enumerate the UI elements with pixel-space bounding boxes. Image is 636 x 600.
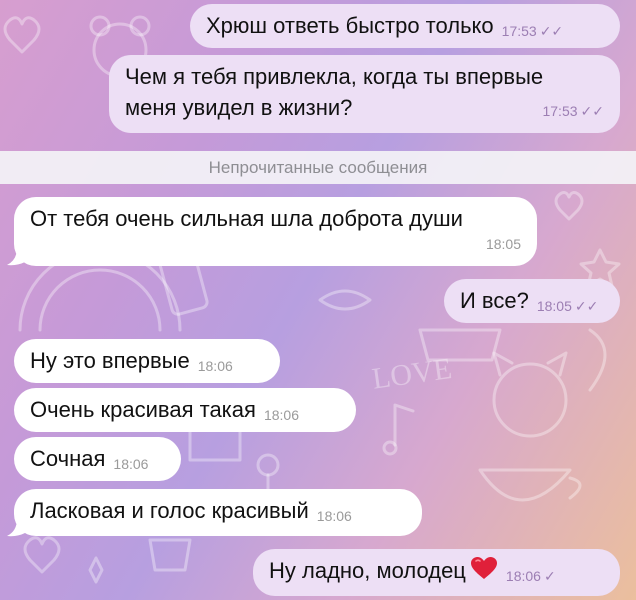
incoming-message[interactable]: Сочная 18:06: [14, 437, 181, 481]
outgoing-message[interactable]: Хрюш ответь быстро только 17:53 ✓✓: [190, 4, 620, 48]
message-text: От тебя очень сильная шла доброта души: [30, 206, 463, 231]
message-meta: 18:06: [317, 501, 352, 532]
message-text: Очень красивая такая: [30, 397, 256, 422]
message-text: Ну ладно, молодец: [269, 558, 466, 583]
message-text: Хрюш ответь быстро только: [206, 13, 494, 38]
incoming-message[interactable]: От тебя очень сильная шла доброта души 1…: [14, 197, 537, 266]
message-meta: 18:05: [486, 229, 521, 260]
message-text: И все?: [460, 288, 529, 313]
message-meta: 18:06: [198, 351, 233, 382]
outgoing-message[interactable]: Ну ладно, молодец 18:06 ✓: [253, 549, 620, 596]
incoming-message[interactable]: Очень красивая такая 18:06: [14, 388, 356, 432]
message-meta: 18:06 ✓: [506, 561, 556, 592]
incoming-message[interactable]: Ну это впервые 18:06: [14, 339, 280, 383]
message-time: 18:05: [536, 298, 572, 314]
chat-history[interactable]: Хрюш ответь быстро только 17:53 ✓✓ Чем я т…: [0, 0, 636, 600]
delivered-checkmark-icon: ✓: [543, 568, 556, 584]
incoming-message[interactable]: Ласковая и голос красивый 18:06: [14, 489, 422, 536]
read-checkmarks-icon: ✓✓: [574, 298, 599, 314]
message-meta: 17:53 ✓✓: [502, 16, 564, 47]
message-time: 17:53: [501, 23, 537, 39]
outgoing-message[interactable]: Чем я тебя привлекла, когда ты впервые м…: [109, 55, 620, 133]
message-meta: 18:05 ✓✓: [537, 291, 599, 322]
red-heart-emoji-icon: [470, 557, 497, 579]
read-checkmarks-icon: ✓✓: [580, 103, 604, 119]
message-text: Ласковая и голос красивый: [30, 498, 309, 523]
message-time: 18:06: [505, 568, 541, 584]
message-meta: 17:53 ✓✓: [542, 96, 604, 127]
message-text: Сочная: [30, 446, 106, 471]
unread-messages-divider: Непрочитанные сообщения: [0, 151, 636, 184]
outgoing-message[interactable]: И все? 18:05 ✓✓: [444, 279, 620, 323]
read-checkmarks-icon: ✓✓: [539, 23, 564, 39]
message-meta: 18:06: [113, 449, 148, 480]
message-meta: 18:06: [264, 400, 299, 431]
message-time: 17:53: [542, 103, 578, 119]
message-time: 18:06: [197, 358, 233, 374]
message-time: 18:06: [263, 407, 299, 423]
message-time: 18:05: [485, 236, 521, 252]
message-text: Чем я тебя привлекла, когда ты впервые м…: [125, 64, 544, 120]
message-time: 18:06: [113, 456, 149, 472]
message-time: 18:06: [316, 508, 352, 524]
message-text: Ну это впервые: [30, 348, 190, 373]
